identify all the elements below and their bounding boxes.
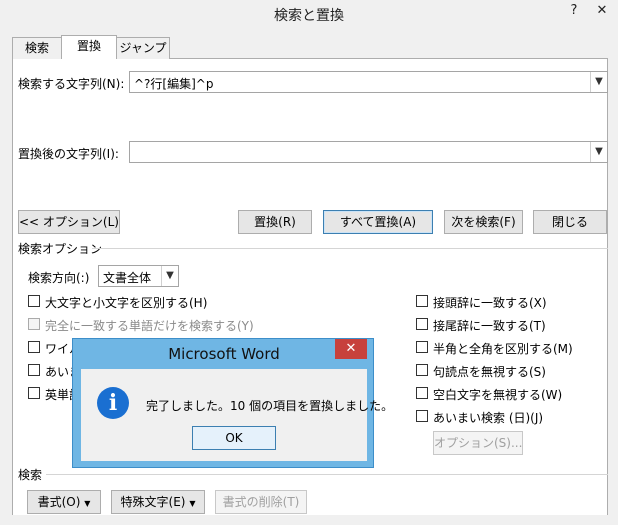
find-value: ^?行[編集]^p	[134, 77, 214, 91]
chevron-down-icon[interactable]: ▼	[161, 266, 178, 286]
find-label: 検索する文字列(N):	[18, 77, 125, 91]
checkbox-match-prefix[interactable]	[416, 295, 428, 307]
info-icon: i	[97, 387, 129, 419]
tab-goto[interactable]: ジャンプ	[116, 37, 170, 59]
checkbox-label: 空白文字を無視する(W)	[433, 388, 563, 402]
ok-button[interactable]: OK	[192, 426, 276, 450]
message-text: 完了しました。10 個の項目を置換しました。	[146, 399, 394, 413]
chevron-down-icon: ▼	[84, 499, 91, 508]
checkbox-word-forms[interactable]	[28, 387, 40, 399]
window-title: 検索と置換	[274, 8, 344, 24]
options-button[interactable]: << オプション(L)	[18, 210, 120, 234]
direction-select[interactable]: 文書全体 ▼	[98, 265, 179, 287]
checkbox-sounds-like[interactable]	[28, 364, 40, 376]
checkbox-wildcards[interactable]	[28, 341, 40, 353]
checkbox-label: 接頭辞に一致する(X)	[433, 296, 547, 310]
checkbox-match-suffix[interactable]	[416, 318, 428, 330]
checkbox-label: あいまい検索 (日)(J)	[433, 411, 544, 425]
replace-input[interactable]: ▼	[129, 141, 608, 163]
replace-all-button[interactable]: すべて置換(A)	[323, 210, 433, 234]
message-box: Microsoft Word ✕ i 完了しました。10 個の項目を置換しました…	[72, 338, 393, 468]
clear-format-button: 書式の削除(T)	[215, 490, 307, 514]
close-icon[interactable]: ✕	[335, 339, 367, 359]
checkbox-ignore-space[interactable]	[416, 387, 428, 399]
format-button[interactable]: 書式(O) ▼	[27, 490, 101, 514]
window-close-icon[interactable]: ✕	[590, 0, 614, 22]
replace-button[interactable]: 置換(R)	[238, 210, 312, 234]
tab-find[interactable]: 検索	[12, 37, 62, 59]
checkbox-match-width[interactable]	[416, 341, 428, 353]
title-bar: 検索と置換 ? ✕	[0, 0, 618, 30]
checkbox-label: 完全に一致する単語だけを検索する(Y)	[45, 319, 254, 333]
message-box-title: Microsoft Word	[168, 345, 280, 363]
help-icon[interactable]: ?	[562, 0, 586, 22]
chevron-down-icon[interactable]: ▼	[590, 142, 607, 162]
group-divider	[92, 248, 608, 249]
checkbox-whole-word	[28, 318, 40, 330]
chevron-down-icon[interactable]: ▼	[590, 72, 607, 92]
checkbox-fuzzy[interactable]	[416, 410, 428, 422]
find-next-button[interactable]: 次を検索(F)	[444, 210, 523, 234]
search-options-heading: 検索オプション	[18, 242, 103, 256]
direction-label: 検索方向(:)	[28, 271, 90, 285]
message-box-body: i 完了しました。10 個の項目を置換しました。 OK	[81, 369, 393, 461]
special-button[interactable]: 特殊文字(E) ▼	[111, 490, 205, 514]
format-label: 書式(O)	[37, 495, 81, 509]
checkbox-ignore-punct[interactable]	[416, 364, 428, 376]
find-input[interactable]: ^?行[編集]^p ▼	[129, 71, 608, 93]
replace-label: 置換後の文字列(I):	[18, 147, 119, 161]
checkbox-match-case[interactable]	[28, 295, 40, 307]
checkbox-label: 接尾辞に一致する(T)	[433, 319, 546, 333]
chevron-down-icon: ▼	[189, 499, 196, 508]
fuzzy-options-button: オプション(S)...	[433, 431, 523, 455]
group-divider	[46, 474, 608, 475]
checkbox-label: 半角と全角を区別する(M)	[433, 342, 573, 356]
replace-section-heading: 検索	[18, 468, 43, 482]
direction-value: 文書全体	[103, 271, 152, 285]
close-button[interactable]: 閉じる	[533, 210, 607, 234]
checkbox-label: 大文字と小文字を区別する(H)	[45, 296, 208, 310]
tab-replace[interactable]: 置換	[61, 35, 117, 59]
checkbox-label: 句読点を無視する(S)	[433, 365, 546, 379]
special-label: 特殊文字(E)	[120, 495, 186, 509]
